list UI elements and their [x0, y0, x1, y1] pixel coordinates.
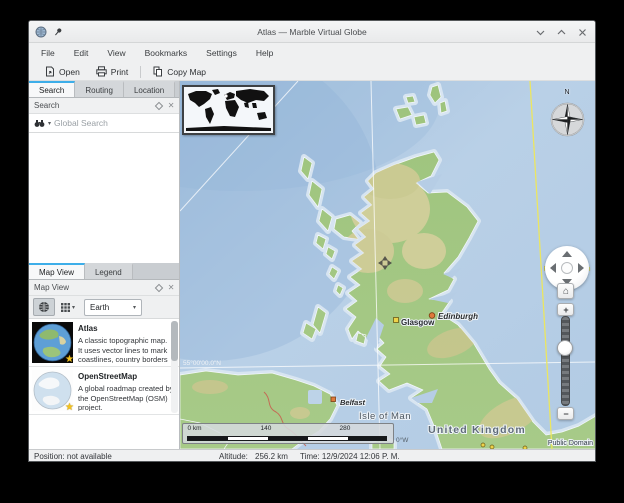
menu-help[interactable]: Help: [256, 48, 273, 58]
search-options-chevron-icon[interactable]: ▾: [48, 120, 51, 127]
theme-desc: A global roadmap created by: [78, 384, 176, 394]
menu-edit[interactable]: Edit: [74, 48, 89, 58]
status-position: Position: not available: [34, 452, 112, 461]
belfast-marker[interactable]: [331, 397, 336, 402]
open-button[interactable]: Open: [37, 64, 88, 80]
celestial-body-select[interactable]: Earth ▾: [84, 299, 142, 316]
global-search-input[interactable]: [54, 118, 174, 128]
compass-north-label: N: [564, 89, 569, 96]
search-box: ▾: [29, 114, 179, 133]
zoom-in-button[interactable]: +: [557, 303, 574, 316]
scale-tick-280: 280: [339, 425, 350, 432]
copy-icon: [153, 66, 163, 77]
scale-tick-0: 0 km: [187, 425, 201, 432]
maximize-button[interactable]: [556, 27, 566, 37]
home-icon: ⌂: [563, 286, 569, 297]
belfast-label: Belfast: [340, 398, 366, 407]
menu-view[interactable]: View: [107, 48, 125, 58]
close-panel-icon[interactable]: ✕: [168, 101, 175, 110]
scale-tick-140: 140: [260, 425, 271, 432]
toolbar-separator: [140, 66, 141, 78]
status-altitude-value: 256.2 km: [255, 452, 288, 461]
list-item-atlas[interactable]: ★ Atlas A classic topographic map. It us…: [29, 319, 179, 367]
tab-map-view[interactable]: Map View: [29, 263, 85, 279]
globe-projection-button[interactable]: [33, 298, 55, 316]
united-kingdom-label: United Kingdom: [429, 424, 527, 436]
scale-ruler: [187, 436, 387, 441]
tab-location[interactable]: Location: [124, 81, 175, 97]
marble-window: Atlas — Marble Virtual Globe File Edit V…: [28, 20, 596, 462]
search-results-area: [29, 133, 179, 263]
float-panel-icon[interactable]: [155, 101, 163, 109]
open-icon: [45, 66, 55, 77]
theme-title: Atlas: [78, 324, 176, 333]
pan-up-icon[interactable]: [562, 251, 572, 257]
mapview-panel-title: Map View: [34, 283, 150, 292]
overview-map[interactable]: [182, 85, 275, 135]
window-title: Atlas — Marble Virtual Globe: [29, 27, 595, 37]
globe-icon: [38, 301, 50, 313]
zoom-out-button[interactable]: −: [557, 407, 574, 420]
close-panel-icon[interactable]: ✕: [168, 283, 175, 292]
map-theme-list: ★ Atlas A classic topographic map. It us…: [29, 319, 179, 449]
compass-icon[interactable]: [549, 101, 586, 138]
favorite-star-icon: ★: [65, 402, 74, 413]
view-tabbar: Map View Legend: [29, 263, 179, 280]
pan-center-button[interactable]: [561, 262, 573, 274]
menu-file[interactable]: File: [41, 48, 55, 58]
tab-routing[interactable]: Routing: [75, 81, 124, 97]
print-icon: [96, 66, 107, 77]
minimize-button[interactable]: [535, 27, 545, 37]
status-altitude-label: Altitude:: [219, 452, 248, 461]
mapview-panel-header: Map View ✕: [29, 280, 179, 296]
isle-of-man-label: Isle of Man: [359, 411, 411, 422]
search-panel-title: Search: [34, 101, 150, 110]
glasgow-label: Glasgow: [401, 318, 435, 327]
edinburgh-marker[interactable]: [430, 313, 436, 319]
chevron-down-icon: ▾: [72, 304, 75, 311]
scale-bar: 0 km 140 280: [182, 423, 394, 444]
menu-settings[interactable]: Settings: [206, 48, 237, 58]
sidebar: Search Routing Location Search ✕ ▾ Map V…: [29, 81, 180, 449]
zoom-slider-track[interactable]: [561, 316, 570, 406]
tab-search[interactable]: Search: [29, 81, 75, 97]
pan-left-icon[interactable]: [550, 263, 556, 273]
menubar: File Edit View Bookmarks Settings Help: [29, 43, 595, 63]
copy-map-button[interactable]: Copy Map: [145, 64, 214, 80]
search-tabbar: Search Routing Location: [29, 81, 179, 98]
pan-right-icon[interactable]: [578, 263, 584, 273]
theme-desc: A classic topographic map.: [78, 336, 176, 346]
list-view-mode-button[interactable]: ▾: [59, 298, 77, 316]
search-binoculars-icon: [34, 119, 45, 128]
glasgow-marker[interactable]: [394, 318, 399, 323]
grid-icon: [61, 303, 70, 312]
status-time: Time: 12/9/2024 12:06 P. M.: [300, 452, 400, 461]
longitude-label: 0°W: [396, 436, 409, 444]
titlebar[interactable]: Atlas — Marble Virtual Globe: [29, 21, 595, 43]
attribution-label: Public Domain: [548, 440, 593, 447]
search-panel-header: Search ✕: [29, 98, 179, 114]
overview-position-dot: [225, 94, 228, 97]
tab-legend[interactable]: Legend: [85, 263, 133, 279]
toolbar: Open Print Copy Map: [29, 63, 595, 81]
statusbar: Position: not available Altitude: 256.2 …: [29, 449, 595, 462]
home-button[interactable]: ⌂: [557, 283, 574, 299]
lough-neagh: [308, 390, 322, 404]
list-item-openstreetmap[interactable]: ★ OpenStreetMap A global roadmap created…: [29, 367, 179, 415]
float-panel-icon[interactable]: [155, 283, 163, 291]
print-button[interactable]: Print: [88, 64, 136, 80]
map-canvas[interactable]: Prime Meridian 55°00'00.0"N 0°W Glasgow …: [180, 81, 595, 449]
chevron-down-icon: ▾: [133, 304, 136, 311]
close-button[interactable]: [577, 27, 587, 37]
menu-bookmarks[interactable]: Bookmarks: [145, 48, 188, 58]
mapview-controls: ▾ Earth ▾: [29, 296, 179, 319]
favorite-star-icon: ★: [65, 354, 74, 365]
latitude-label: 55°00'00.0"N: [183, 359, 221, 367]
edinburgh-label: Edinburgh: [438, 312, 478, 321]
list-scrollbar-thumb[interactable]: [171, 321, 178, 361]
theme-title: OpenStreetMap: [78, 372, 176, 381]
